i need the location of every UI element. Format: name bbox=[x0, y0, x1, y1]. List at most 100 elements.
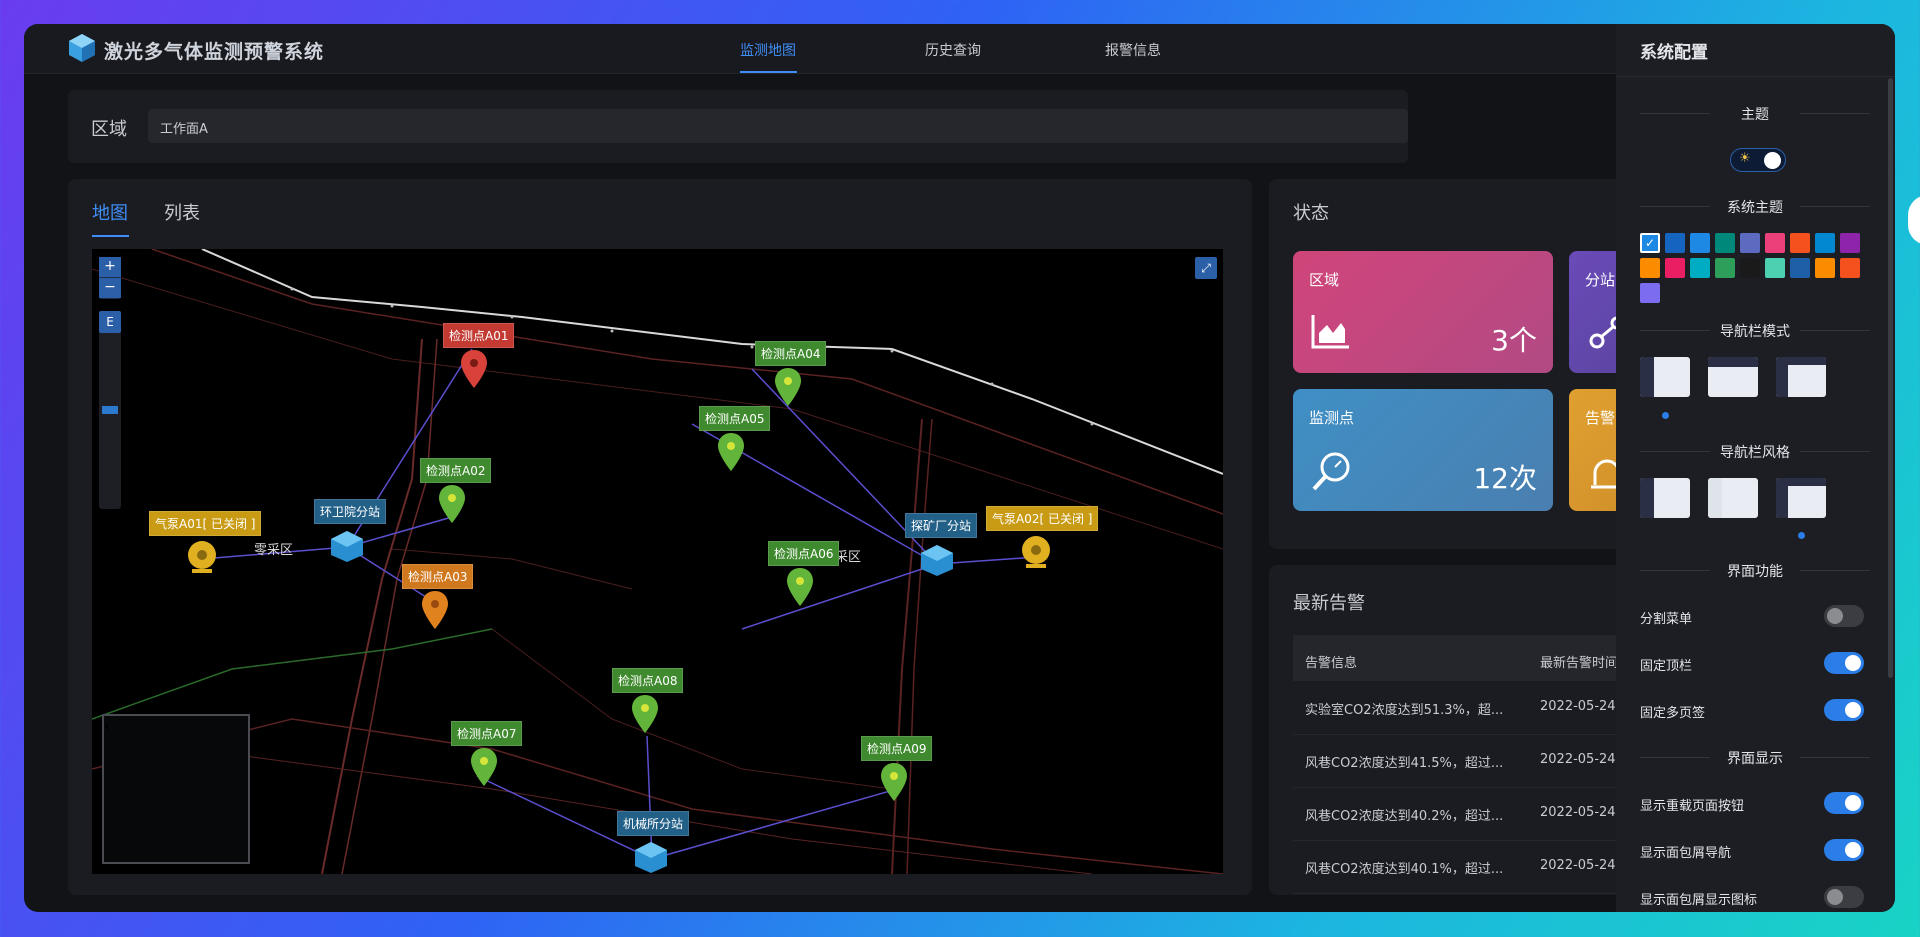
nav-active-indicator bbox=[740, 71, 797, 73]
theme-swatch[interactable] bbox=[1815, 258, 1835, 278]
map-pin-icon[interactable] bbox=[717, 432, 745, 472]
theme-swatch[interactable] bbox=[1665, 233, 1685, 253]
stat-card-region[interactable]: 区域 3个 bbox=[1293, 251, 1553, 373]
toggle-reload-button[interactable] bbox=[1824, 792, 1864, 814]
station-icon[interactable] bbox=[633, 840, 669, 874]
table-header: 告警信息 最新告警时间 bbox=[1293, 635, 1633, 681]
theme-swatch[interactable] bbox=[1740, 258, 1760, 278]
map-pin-icon[interactable] bbox=[774, 367, 802, 407]
nav-mode-side[interactable] bbox=[1640, 357, 1690, 397]
theme-swatch[interactable] bbox=[1715, 233, 1735, 253]
nav-mode-mixed[interactable] bbox=[1776, 357, 1826, 397]
nav-alarm-info[interactable]: 报警信息 bbox=[1105, 40, 1161, 60]
zoom-out-button[interactable]: − bbox=[99, 278, 121, 298]
display-label: 显示面包屑显示图标 bbox=[1640, 893, 1758, 908]
map-pin-icon[interactable] bbox=[786, 567, 814, 607]
alarm-info: 风巷CO2浓度达到40.2%，超过... bbox=[1305, 809, 1504, 824]
point-label-a01: 检测点A01 bbox=[443, 323, 515, 348]
map-pin-icon[interactable] bbox=[470, 747, 498, 787]
point-label-a06: 检测点A06 bbox=[768, 541, 840, 566]
section-features: 界面功能 bbox=[1640, 561, 1870, 581]
toggle-split-menu[interactable] bbox=[1824, 605, 1864, 627]
pump-icon[interactable] bbox=[1020, 534, 1052, 570]
map-pin-icon[interactable] bbox=[421, 590, 449, 630]
nav-style-selected-dot bbox=[1798, 532, 1805, 539]
mine-map[interactable]: + − E ⤢ 零采区 北二采区 气泵A01[ 已关闭 ] 气泵A02[ 已关闭… bbox=[92, 249, 1223, 874]
map-pin-icon[interactable] bbox=[438, 484, 466, 524]
toggle-fixed-tabs[interactable] bbox=[1824, 699, 1864, 721]
theme-swatch[interactable] bbox=[1790, 258, 1810, 278]
section-nav-mode: 导航栏模式 bbox=[1640, 321, 1870, 341]
side-drawer-handle[interactable] bbox=[1908, 195, 1920, 245]
zoom-control: + − bbox=[99, 257, 121, 299]
theme-swatch[interactable] bbox=[1690, 233, 1710, 253]
alarm-time: 2022-05-24 bbox=[1540, 699, 1616, 714]
nav-monitor-map[interactable]: 监测地图 bbox=[740, 40, 796, 60]
alarm-time: 2022-05-24 bbox=[1540, 805, 1616, 820]
theme-swatch[interactable] bbox=[1690, 258, 1710, 278]
theme-swatch[interactable]: ✓ bbox=[1640, 233, 1660, 253]
area-chart-icon bbox=[1311, 315, 1349, 349]
stat-value: 12次 bbox=[1473, 462, 1537, 495]
stat-value: 3个 bbox=[1491, 324, 1537, 357]
nav-mode-top[interactable] bbox=[1708, 357, 1758, 397]
tab-active-indicator bbox=[92, 235, 129, 237]
theme-swatch[interactable] bbox=[1790, 233, 1810, 253]
theme-swatch[interactable] bbox=[1665, 258, 1685, 278]
nav-style-dark[interactable] bbox=[1640, 478, 1690, 518]
toggle-fixed-header[interactable] bbox=[1824, 652, 1864, 674]
tab-list[interactable]: 列表 bbox=[164, 199, 200, 225]
table-row[interactable]: 风巷CO2浓度达到40.2%，超过... 2022-05-24 bbox=[1293, 788, 1633, 841]
table-row[interactable]: 风巷CO2浓度达到40.1%，超过... 2022-05-24 bbox=[1293, 841, 1633, 894]
slider-knob[interactable] bbox=[102, 406, 118, 414]
settings-panel: 系统配置 主题 ☀ 系统主题 ✓ 导航栏模式 导航栏风格 界面功能 分割菜单 固… bbox=[1616, 24, 1895, 912]
station-icon[interactable] bbox=[329, 529, 365, 563]
nav-style-light[interactable] bbox=[1708, 478, 1758, 518]
theme-swatch[interactable] bbox=[1740, 233, 1760, 253]
app-window: 激光多气体监测预警系统 监测地图 历史查询 报警信息 区域 工作面A 地图 列表 bbox=[24, 24, 1895, 912]
stat-card-monitor-point[interactable]: 监测点 12次 bbox=[1293, 389, 1553, 511]
pump-icon[interactable] bbox=[186, 539, 218, 575]
stat-name: 监测点 bbox=[1309, 409, 1355, 427]
search-gauge-icon bbox=[1312, 452, 1350, 491]
theme-swatch[interactable] bbox=[1815, 233, 1835, 253]
region-select[interactable]: 工作面A bbox=[148, 109, 1408, 143]
table-row[interactable]: 实验室CO2浓度达到51.3%，超... 2022-05-24 bbox=[1293, 682, 1633, 735]
nav-history-query[interactable]: 历史查询 bbox=[925, 40, 981, 60]
minimap-toggle-button[interactable]: ‹ bbox=[102, 714, 250, 864]
map-pin-icon[interactable] bbox=[631, 694, 659, 734]
zoom-in-button[interactable]: + bbox=[99, 257, 121, 277]
theme-swatch[interactable] bbox=[1640, 258, 1660, 278]
toggle-breadcrumb-icon[interactable] bbox=[1824, 886, 1864, 908]
station-icon[interactable] bbox=[919, 543, 955, 577]
theme-swatch[interactable] bbox=[1715, 258, 1735, 278]
theme-swatch[interactable] bbox=[1640, 283, 1660, 303]
point-label-a08: 检测点A08 bbox=[612, 668, 684, 693]
zoom-slider[interactable]: E bbox=[99, 311, 121, 509]
theme-swatch[interactable] bbox=[1840, 233, 1860, 253]
settings-scrollbar[interactable] bbox=[1888, 78, 1893, 678]
theme-swatch[interactable] bbox=[1765, 233, 1785, 253]
toggle-breadcrumb[interactable] bbox=[1824, 839, 1864, 861]
station-label: 探矿厂分站 bbox=[905, 513, 978, 538]
nav-style-mixed[interactable] bbox=[1776, 478, 1826, 518]
region-label: 区域 bbox=[91, 119, 127, 140]
slider-e-button[interactable]: E bbox=[99, 311, 121, 333]
point-label-a02: 检测点A02 bbox=[420, 458, 492, 483]
tab-map[interactable]: 地图 bbox=[92, 199, 128, 225]
fullscreen-button[interactable]: ⤢ bbox=[1195, 257, 1217, 279]
theme-swatch[interactable] bbox=[1765, 258, 1785, 278]
point-label-a09: 检测点A09 bbox=[861, 736, 933, 761]
map-pin-icon[interactable] bbox=[460, 349, 488, 389]
theme-swatch[interactable] bbox=[1840, 258, 1860, 278]
point-label-a04: 检测点A04 bbox=[755, 341, 827, 366]
feature-label: 固定多页签 bbox=[1640, 706, 1706, 721]
map-card: 地图 列表 + − E ⤢ 零采区 气泵A01[已关闭] 气泵A02[已关… bbox=[68, 179, 1252, 895]
col-alarm-info: 告警信息 bbox=[1305, 656, 1358, 671]
map-pin-icon[interactable] bbox=[880, 762, 908, 802]
point-label-a05: 检测点A05 bbox=[699, 406, 771, 431]
table-row[interactable]: 风巷CO2浓度达到41.5%，超过... 2022-05-24 bbox=[1293, 735, 1633, 788]
status-card: 状态 区域 3个 分站 监测点 12次 告警 bbox=[1269, 179, 1649, 549]
alarms-title: 最新告警 bbox=[1293, 593, 1365, 614]
theme-toggle[interactable]: ☀ bbox=[1730, 148, 1786, 172]
